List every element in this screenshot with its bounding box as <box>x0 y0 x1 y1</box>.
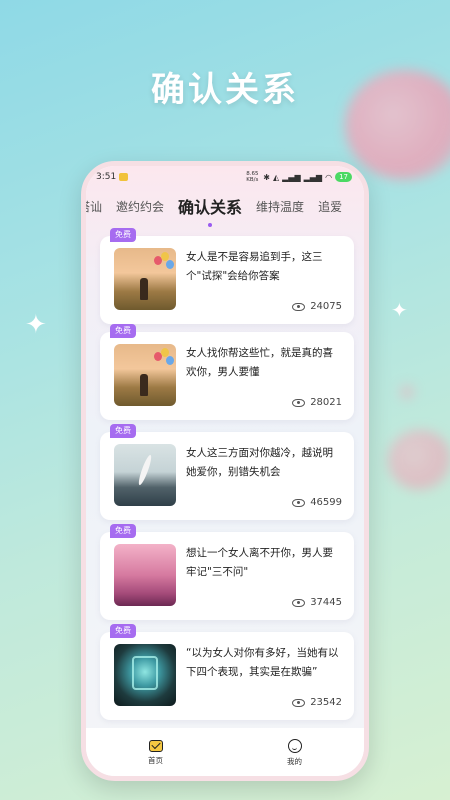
tab-keep-warmth[interactable]: 维持温度 <box>256 198 304 215</box>
bottom-nav: 首页 我的 <box>86 728 364 776</box>
article-card[interactable]: 免费 女人这三方面对你越冷，越说明她爱你，别错失机会 46599 <box>100 424 354 520</box>
article-thumbnail <box>114 644 176 706</box>
article-list[interactable]: 免费 女人是不是容易追到手，这三个"试探"会给你答案 24075 免费 女人找你… <box>86 228 364 728</box>
article-title: “以为女人对你有多好，当她有以下四个表现，其实是在欺骗” <box>186 647 339 678</box>
nav-home-label: 首页 <box>148 756 163 765</box>
free-badge: 免费 <box>110 324 136 338</box>
tab-confirm-relationship[interactable]: 确认关系 <box>178 194 242 218</box>
net-speed: 8.65 KB/s <box>246 171 259 183</box>
article-thumbnail <box>114 544 176 606</box>
app-screen: 3:51 8.65 KB/s ✱ ◭ ▂▄▆ ▂▄▆ ◠ 17 搭讪 邀约约会 … <box>86 166 364 776</box>
free-badge: 免费 <box>110 524 136 538</box>
tab-pursue-love[interactable]: 追爱 <box>318 198 342 215</box>
article-title: 想让一个女人离不开你，男人要牢记"三不问" <box>186 547 333 578</box>
article-thumbnail <box>114 248 176 310</box>
sparkle-icon: ✦ <box>25 310 47 340</box>
decorative-heart <box>388 430 450 490</box>
view-count: 24075 <box>292 301 342 312</box>
article-thumbnail <box>114 344 176 406</box>
view-count: 28021 <box>292 397 342 408</box>
article-title: 女人是不是容易追到手，这三个"试探"会给你答案 <box>186 251 323 282</box>
tab-invite-date[interactable]: 邀约约会 <box>116 198 164 215</box>
sparkle-icon: ✦ <box>391 298 408 322</box>
view-count-value: 23542 <box>310 697 342 708</box>
mute-icon: ◭ <box>273 172 280 182</box>
home-icon <box>148 740 163 752</box>
article-title: 女人这三方面对你越冷，越说明她爱你，别错失机会 <box>186 447 333 478</box>
status-icons: 8.65 KB/s ✱ ◭ ▂▄▆ ▂▄▆ ◠ 17 <box>246 171 352 183</box>
eye-icon <box>292 498 306 507</box>
article-card[interactable]: 免费 想让一个女人离不开你，男人要牢记"三不问" 37445 <box>100 524 354 620</box>
signal-icon: ▂▄▆ <box>282 172 301 182</box>
view-count: 23542 <box>292 697 342 708</box>
view-count-value: 37445 <box>310 597 342 608</box>
free-badge: 免费 <box>110 424 136 438</box>
article-thumbnail <box>114 444 176 506</box>
view-count: 46599 <box>292 497 342 508</box>
status-time: 3:51 <box>96 172 117 182</box>
view-count-value: 46599 <box>310 497 342 508</box>
eye-icon <box>292 302 306 311</box>
article-card[interactable]: 免费 “以为女人对你有多好，当她有以下四个表现，其实是在欺骗” 23542 <box>100 624 354 720</box>
eye-icon <box>292 698 306 707</box>
view-count-value: 24075 <box>310 301 342 312</box>
wifi-icon: ◠ <box>325 172 333 182</box>
decorative-heart <box>400 385 414 399</box>
free-badge: 免费 <box>110 624 136 638</box>
status-bar: 3:51 8.65 KB/s ✱ ◭ ▂▄▆ ▂▄▆ ◠ 17 <box>86 166 364 188</box>
nav-home[interactable]: 首页 <box>148 740 163 766</box>
notification-icon <box>119 173 129 181</box>
free-badge: 免费 <box>110 228 136 242</box>
article-card[interactable]: 免费 女人找你帮这些忙，就是真的喜欢你，男人要懂 28021 <box>100 324 354 420</box>
eye-icon <box>292 598 306 607</box>
status-left: 3:51 <box>96 172 129 182</box>
smile-icon <box>287 739 302 753</box>
view-count: 37445 <box>292 597 342 608</box>
eye-icon <box>292 398 306 407</box>
nav-mine[interactable]: 我的 <box>287 739 302 767</box>
view-count-value: 28021 <box>310 397 342 408</box>
bluetooth-icon: ✱ <box>263 172 270 182</box>
tab-dating-chat[interactable]: 搭讪 <box>86 198 102 215</box>
category-tabs: 搭讪 邀约约会 确认关系 维持温度 追爱 <box>86 188 364 224</box>
phone-frame: 3:51 8.65 KB/s ✱ ◭ ▂▄▆ ▂▄▆ ◠ 17 搭讪 邀约约会 … <box>81 161 369 781</box>
battery-icon: 17 <box>335 172 352 182</box>
promo-title: 确认关系 <box>151 70 299 110</box>
signal-icon-2: ▂▄▆ <box>303 172 323 182</box>
nav-mine-label: 我的 <box>287 757 302 766</box>
article-card[interactable]: 免费 女人是不是容易追到手，这三个"试探"会给你答案 24075 <box>100 228 354 324</box>
article-title: 女人找你帮这些忙，就是真的喜欢你，男人要懂 <box>186 347 333 378</box>
